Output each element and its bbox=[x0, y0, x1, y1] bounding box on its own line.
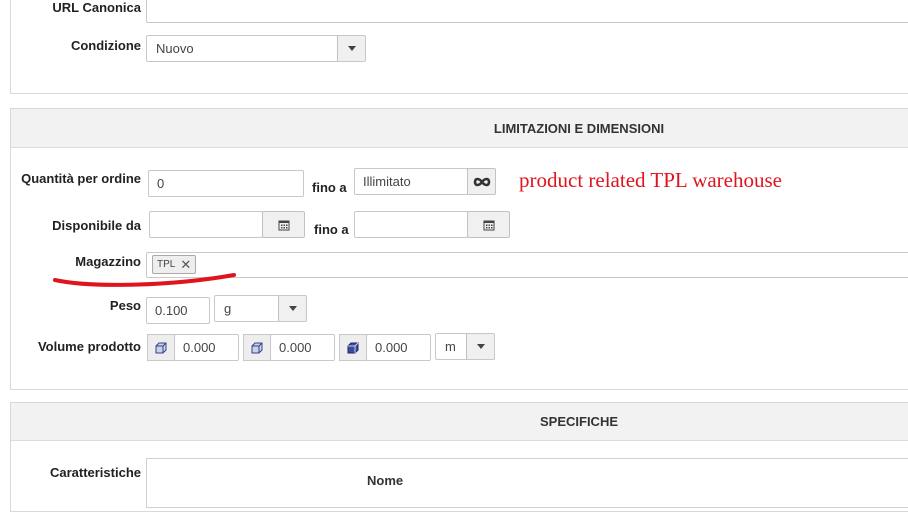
volume-width-input[interactable]: 0.000 bbox=[174, 334, 239, 361]
qty-min-input[interactable]: 0 bbox=[148, 170, 304, 197]
annotation-underline bbox=[53, 273, 236, 287]
features-label: Caratteristiche bbox=[49, 465, 141, 480]
features-name-header: Nome bbox=[367, 473, 404, 488]
volume-unit-dropdown-button[interactable] bbox=[466, 334, 494, 359]
available-from-calendar-button[interactable] bbox=[262, 211, 305, 238]
volume-height-input[interactable]: 0.000 bbox=[270, 334, 335, 361]
weight-unit-value: g bbox=[224, 301, 232, 316]
url-canonical-label: URL Canonica bbox=[52, 0, 141, 15]
warehouse-tags-input[interactable] bbox=[146, 252, 908, 278]
cube-icon bbox=[155, 342, 167, 353]
features-table: Nome bbox=[146, 458, 908, 508]
warehouse-label: Magazzino bbox=[75, 254, 141, 269]
unlimited-button[interactable] bbox=[467, 168, 496, 195]
cube-icon bbox=[347, 342, 359, 353]
weight-unit-dropdown-button[interactable] bbox=[278, 296, 306, 321]
volume-unit-value: m bbox=[445, 339, 456, 354]
volume-unit-select[interactable]: m bbox=[435, 333, 495, 360]
volume-depth-addon bbox=[339, 334, 367, 361]
calendar-icon bbox=[278, 220, 289, 230]
volume-label: Volume prodotto bbox=[37, 339, 141, 354]
volume-height-addon bbox=[243, 334, 271, 361]
available-from-label: Disponibile da bbox=[52, 218, 141, 233]
weight-unit-select[interactable]: g bbox=[214, 295, 307, 322]
volume-width-addon bbox=[147, 334, 175, 361]
available-fino-a-label: fino a bbox=[314, 222, 349, 237]
weight-input[interactable]: 0.100 bbox=[146, 297, 210, 324]
condition-label: Condizione bbox=[70, 38, 141, 53]
cube-icon bbox=[251, 342, 263, 353]
specs-title: SPECIFICHE bbox=[539, 414, 618, 429]
condition-dropdown-button[interactable] bbox=[337, 36, 365, 61]
caret-down-icon bbox=[476, 344, 485, 349]
qty-max-input[interactable]: Illimitato bbox=[354, 168, 468, 195]
available-from-input[interactable] bbox=[149, 211, 263, 238]
condition-select[interactable]: Nuovo bbox=[146, 35, 366, 62]
specs-panel-header: SPECIFICHE bbox=[11, 403, 908, 441]
calendar-icon bbox=[483, 220, 494, 230]
url-canonical-input[interactable] bbox=[146, 0, 908, 23]
caret-down-icon bbox=[288, 306, 297, 311]
qty-per-order-label: Quantità per ordine bbox=[21, 171, 141, 186]
limits-title: LIMITAZIONI E DIMENSIONI bbox=[493, 121, 665, 136]
available-to-input[interactable] bbox=[354, 211, 468, 238]
annotation-text: product related TPL warehouse bbox=[519, 168, 782, 192]
weight-label: Peso bbox=[109, 298, 141, 313]
available-to-calendar-button[interactable] bbox=[467, 211, 510, 238]
qty-fino-a-label: fino a bbox=[312, 180, 347, 195]
condition-selected-value: Nuovo bbox=[156, 41, 194, 56]
infinity-icon bbox=[473, 177, 490, 186]
limits-panel-header: LIMITAZIONI E DIMENSIONI bbox=[11, 109, 908, 148]
volume-depth-input[interactable]: 0.000 bbox=[366, 334, 431, 361]
caret-down-icon bbox=[347, 46, 356, 51]
